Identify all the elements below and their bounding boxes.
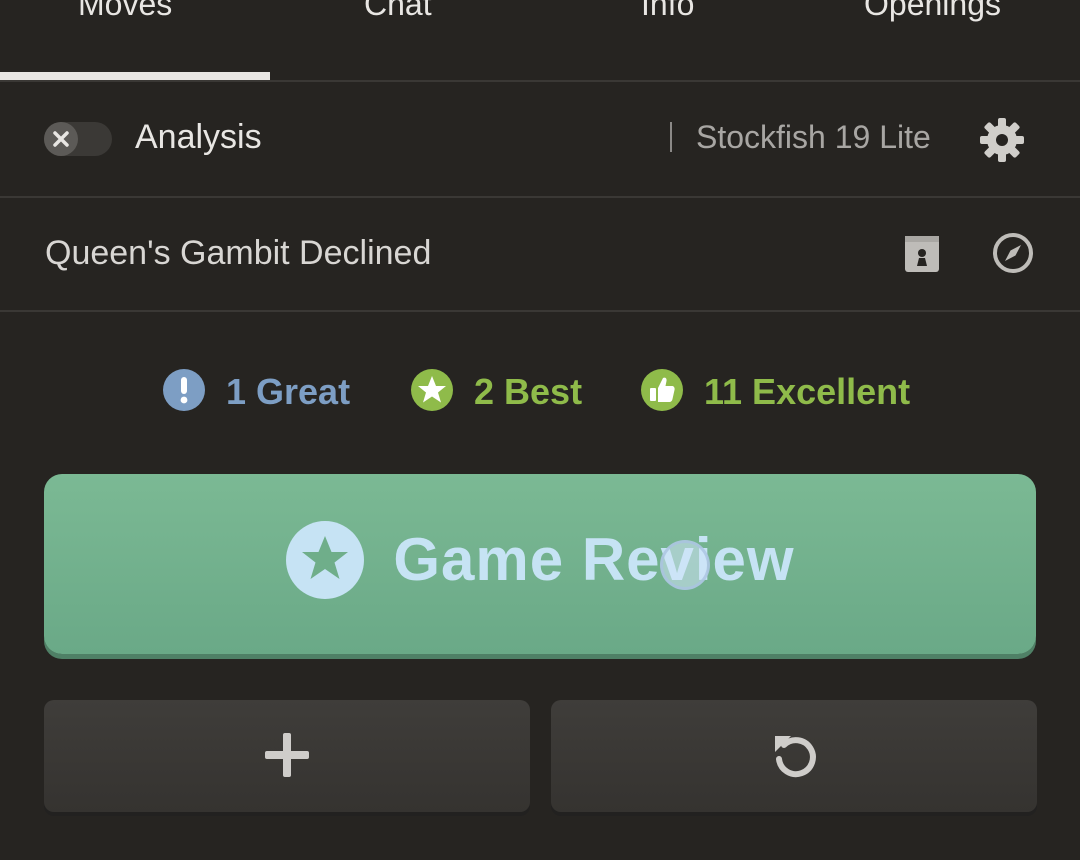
compass-icon[interactable] [991,231,1035,275]
opening-name[interactable]: Queen's Gambit Declined [45,234,431,273]
great-count: 1 Great [226,371,351,412]
stat-great: 1 Great [162,368,350,416]
touch-indicator [660,540,710,590]
gear-icon[interactable] [978,116,1026,164]
engine-name[interactable]: Stockfish 19 Lite [696,119,931,156]
game-review-button[interactable]: Game Review [44,474,1036,654]
best-count: 2 Best [474,371,583,412]
excellent-count: 11 Excellent [704,371,911,412]
game-review-content: Game Review [44,474,1036,654]
star-icon [411,369,453,412]
divider [670,122,672,152]
opening-row: Queen's Gambit Declined [0,198,1080,312]
thumbs-up-icon [641,369,683,412]
exclamation-icon [163,369,205,412]
tab-info[interactable]: Info [641,0,694,44]
plus-icon [265,733,309,777]
tab-chat[interactable]: Chat [364,0,432,44]
close-icon [53,131,69,147]
book-icon[interactable] [902,234,942,274]
stat-best: 2 Best [410,368,582,416]
refresh-icon [775,736,816,778]
tab-moves[interactable]: Moves [78,0,172,44]
move-quality-summary: 1 Great 2 Best 11 Excellent [0,360,1080,424]
rematch-button[interactable] [551,700,1037,812]
stat-excellent: 11 Excellent [640,368,910,416]
tab-openings[interactable]: Openings [864,0,1001,44]
analysis-toggle[interactable] [44,122,112,156]
analysis-label: Analysis [135,118,262,156]
star-icon [286,521,365,599]
new-game-button[interactable] [44,700,530,812]
tab-bar: Moves Chat Info Openings [0,0,1080,82]
toggle-knob [44,122,78,156]
active-tab-indicator [0,72,270,80]
analysis-row: Analysis Stockfish 19 Lite [0,82,1080,198]
game-review-label: Game Review [393,526,795,593]
